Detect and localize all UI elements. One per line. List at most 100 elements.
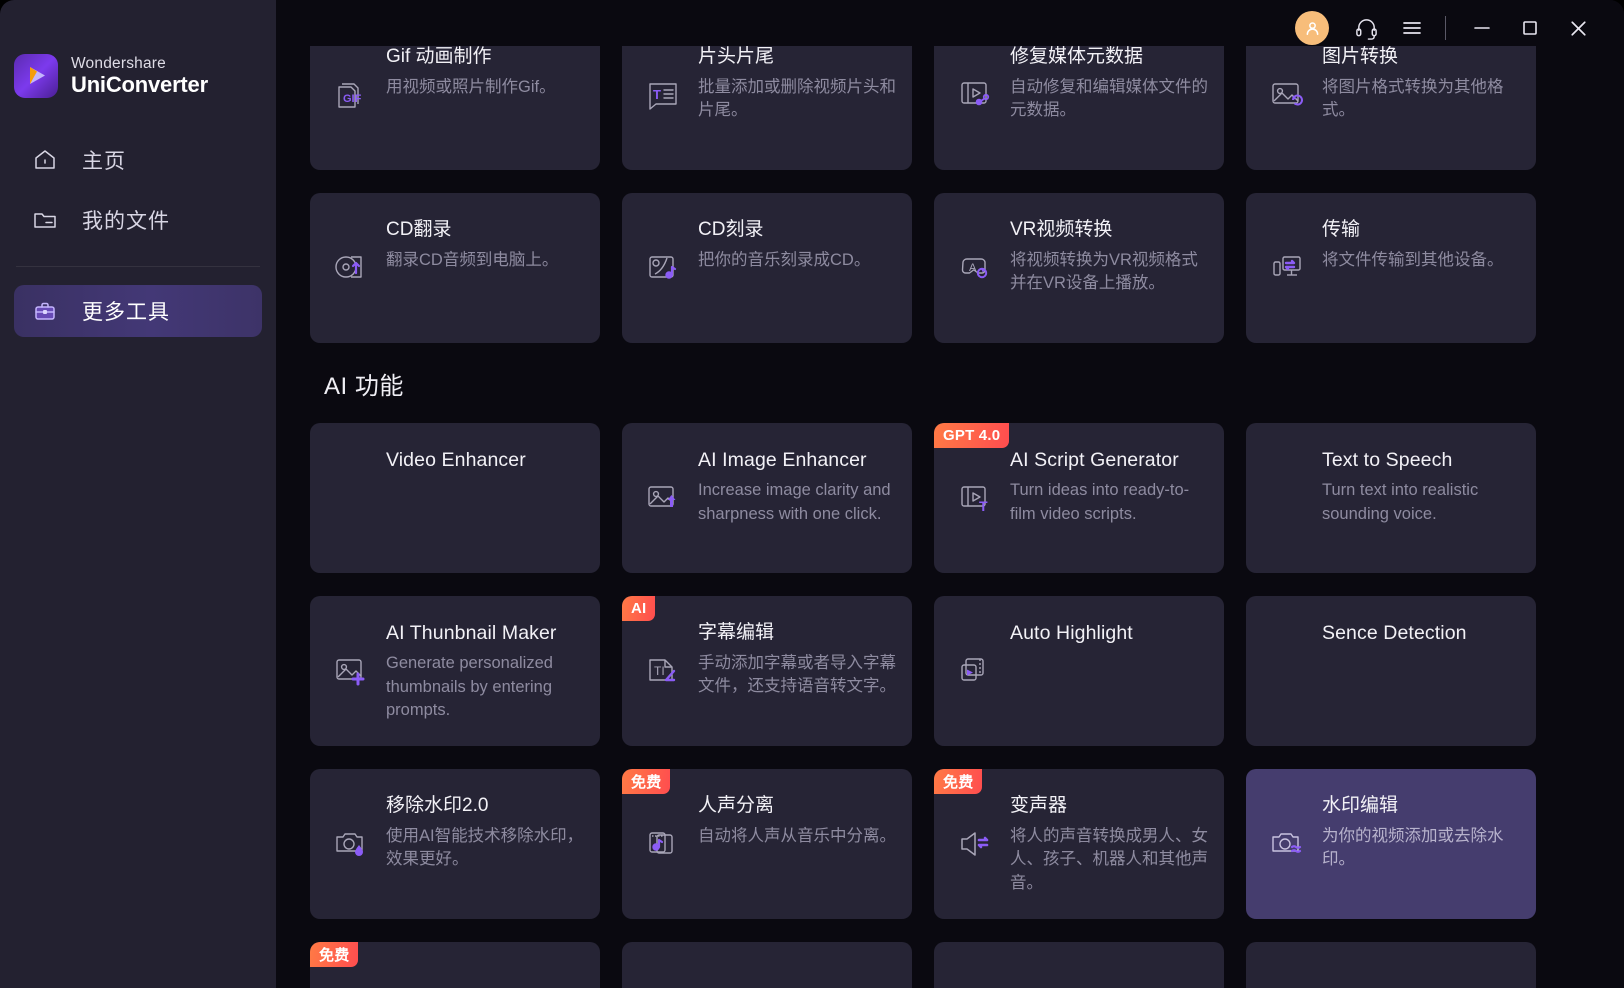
tool-card[interactable]: GPT 4.0 T AI Script Generator Turn ideas i… [934,423,1224,573]
tool-card[interactable]: Video Enhancer [310,423,600,573]
tool-card[interactable]: GIF Gif 动画制作用视频或照片制作Gif。 [310,46,600,170]
voice-changer-icon [952,821,998,867]
card-title: Auto Highlight [1010,622,1133,644]
tools-grid: GIF Gif 动画制作用视频或照片制作Gif。 T 片头片尾 批量添加或删除视频片… [310,46,1572,988]
card-body: Sence Detection [1246,596,1536,652]
card-texts [640,968,896,976]
card-body: 修复媒体元数据自动修复和编辑媒体文件的元数据。 [934,46,1224,123]
card-texts: 移除水印2.0 使用AI智能技术移除水印，效果更好。 [386,795,584,872]
tool-card[interactable]: A VR视频转换 将视频转换为VR视频格式并在VR设备上播放。 [934,193,1224,343]
card-title: 修复媒体元数据 [1010,46,1144,67]
card-description: Increase image clarity and sharpness wit… [698,481,891,523]
card-title: CD刻录 [698,219,764,240]
card-row: CD翻录 翻录CD音频到电脑上。 CD刻录 把你的音乐刻录成CD。 A VR视频转换… [310,193,1572,343]
headset-icon[interactable] [1343,5,1389,51]
tool-card[interactable] [1246,942,1536,988]
card-title: AI Thunbnail Maker [386,622,557,644]
card-texts [1264,968,1520,976]
card-body [934,942,1224,976]
transfer-icon [1264,245,1310,291]
card-description: 为你的视频添加或去除水印。 [1322,826,1504,869]
card-description: Turn text into realistic sounding voice. [1322,481,1479,523]
titlebar [1295,0,1624,56]
minimize-icon[interactable] [1458,4,1506,52]
card-title: 变声器 [1010,795,1068,816]
card-body [1246,942,1536,976]
cd-rip-icon [328,245,374,291]
card-body: Auto Highlight [934,596,1224,694]
gif-icon: GIF [328,72,374,118]
tool-card[interactable] [622,942,912,988]
card-badge: AI [622,596,656,621]
sidebar-item-my-files[interactable]: 我的文件 [14,194,262,246]
card-texts: 变声器 将人的声音转换成男人、女人、孩子、机器人和其他声音。 [1010,795,1208,895]
card-texts: VR视频转换 将视频转换为VR视频格式并在VR设备上播放。 [1010,219,1208,296]
tool-card[interactable]: Sence Detection [1246,596,1536,746]
tool-card[interactable]: AI TI 字幕编辑 手动添加字幕或者导入字幕文件，还支持语音转文字。 [622,596,912,746]
card-body: CD翻录 翻录CD音频到电脑上。 [310,193,600,291]
card-texts: Video Enhancer [328,449,584,479]
svg-text:GIF: GIF [343,93,362,105]
sidebar-item-more-tools[interactable]: 更多工具 [14,285,262,337]
card-texts: Sence Detection [1264,622,1520,652]
tool-card[interactable]: AI Image Enhancer Increase image clarity … [622,423,912,573]
tool-card[interactable]: 水印编辑为你的视频添加或去除水印。 [1246,769,1536,919]
card-description: 自动修复和编辑媒体文件的元数据。 [1010,77,1208,120]
card-description: 将文件传输到其他设备。 [1322,250,1504,269]
app-window: Wondershare UniConverter 主页 我的文件 更多工具 GI… [0,0,1624,988]
card-texts: 传输 将文件传输到其他设备。 [1322,219,1520,272]
card-description: 将图片格式转换为其他格式。 [1322,77,1504,120]
card-title: 移除水印2.0 [386,795,489,816]
tool-card[interactable]: 传输 将文件传输到其他设备。 [1246,193,1536,343]
sidebar-item-label: 我的文件 [82,210,170,233]
tool-card[interactable]: AI Thunbnail Maker Generate personalized … [310,596,600,746]
card-texts: Text to Speech Turn text into realistic s… [1264,449,1520,526]
user-avatar-icon[interactable] [1295,11,1329,45]
tool-card[interactable]: 免费 变声器 将人的声音转换成男人、女人、孩子、机器人和其他声音。 [934,769,1224,919]
card-badge: 免费 [622,769,671,794]
card-body [622,942,912,976]
tool-card[interactable]: 修复媒体元数据自动修复和编辑媒体文件的元数据。 [934,46,1224,170]
tool-card[interactable]: CD刻录 把你的音乐刻录成CD。 [622,193,912,343]
folder-icon [32,207,58,233]
card-body: Text to Speech Turn text into realistic s… [1246,423,1536,526]
tool-card[interactable]: CD翻录 翻录CD音频到电脑上。 [310,193,600,343]
tool-card[interactable]: 图片转换 将图片格式转换为其他格式。 [1246,46,1536,170]
sidebar-item-home[interactable]: 主页 [14,134,262,186]
card-description: 翻录CD音频到电脑上。 [386,250,559,269]
card-texts: Gif 动画制作用视频或照片制作Gif。 [386,46,584,99]
card-body: CD刻录 把你的音乐刻录成CD。 [622,193,912,291]
card-badge: 免费 [934,769,983,794]
card-description: 手动添加字幕或者导入字幕文件，还支持语音转文字。 [698,653,896,696]
maximize-icon[interactable] [1506,4,1554,52]
card-description: 用视频或照片制作Gif。 [386,77,556,96]
card-body: 移除水印2.0 使用AI智能技术移除水印，效果更好。 [310,769,600,872]
card-body: 水印编辑为你的视频添加或去除水印。 [1246,769,1536,872]
card-body: T 片头片尾 批量添加或删除视频片头和片尾。 [622,46,912,123]
tool-card[interactable]: 免费 人声分离 自动将人声从音乐中分离。 [622,769,912,919]
card-texts: 修复媒体元数据自动修复和编辑媒体文件的元数据。 [1010,46,1208,123]
close-icon[interactable] [1554,4,1602,52]
svg-text:A: A [969,262,977,274]
tool-card[interactable]: Auto Highlight [934,596,1224,746]
tool-card[interactable]: 移除水印2.0 使用AI智能技术移除水印，效果更好。 [310,769,600,919]
card-badge: 免费 [310,942,359,967]
tool-card[interactable]: 免费 [310,942,600,988]
card-title: Video Enhancer [386,449,526,471]
tool-card[interactable]: T 片头片尾 批量添加或删除视频片头和片尾。 [622,46,912,170]
card-badge: GPT 4.0 [934,423,1010,448]
tool-card[interactable]: Text to Speech Turn text into realistic s… [1246,423,1536,573]
image-convert-icon [1264,72,1310,118]
home-icon [32,147,58,173]
sidebar-nav: 主页 我的文件 更多工具 [0,134,276,337]
thumbnail-maker-icon [328,648,374,694]
card-texts: AI Image Enhancer Increase image clarity … [698,449,896,526]
tool-card[interactable] [934,942,1224,988]
intro-outro-icon: T [640,72,686,118]
card-title: 水印编辑 [1322,795,1399,816]
card-body: GIF Gif 动画制作用视频或照片制作Gif。 [310,46,600,118]
card-title: Gif 动画制作 [386,46,492,67]
card-body: Video Enhancer [310,423,600,479]
hamburger-menu-icon[interactable] [1389,5,1435,51]
card-title: AI Image Enhancer [698,449,867,471]
